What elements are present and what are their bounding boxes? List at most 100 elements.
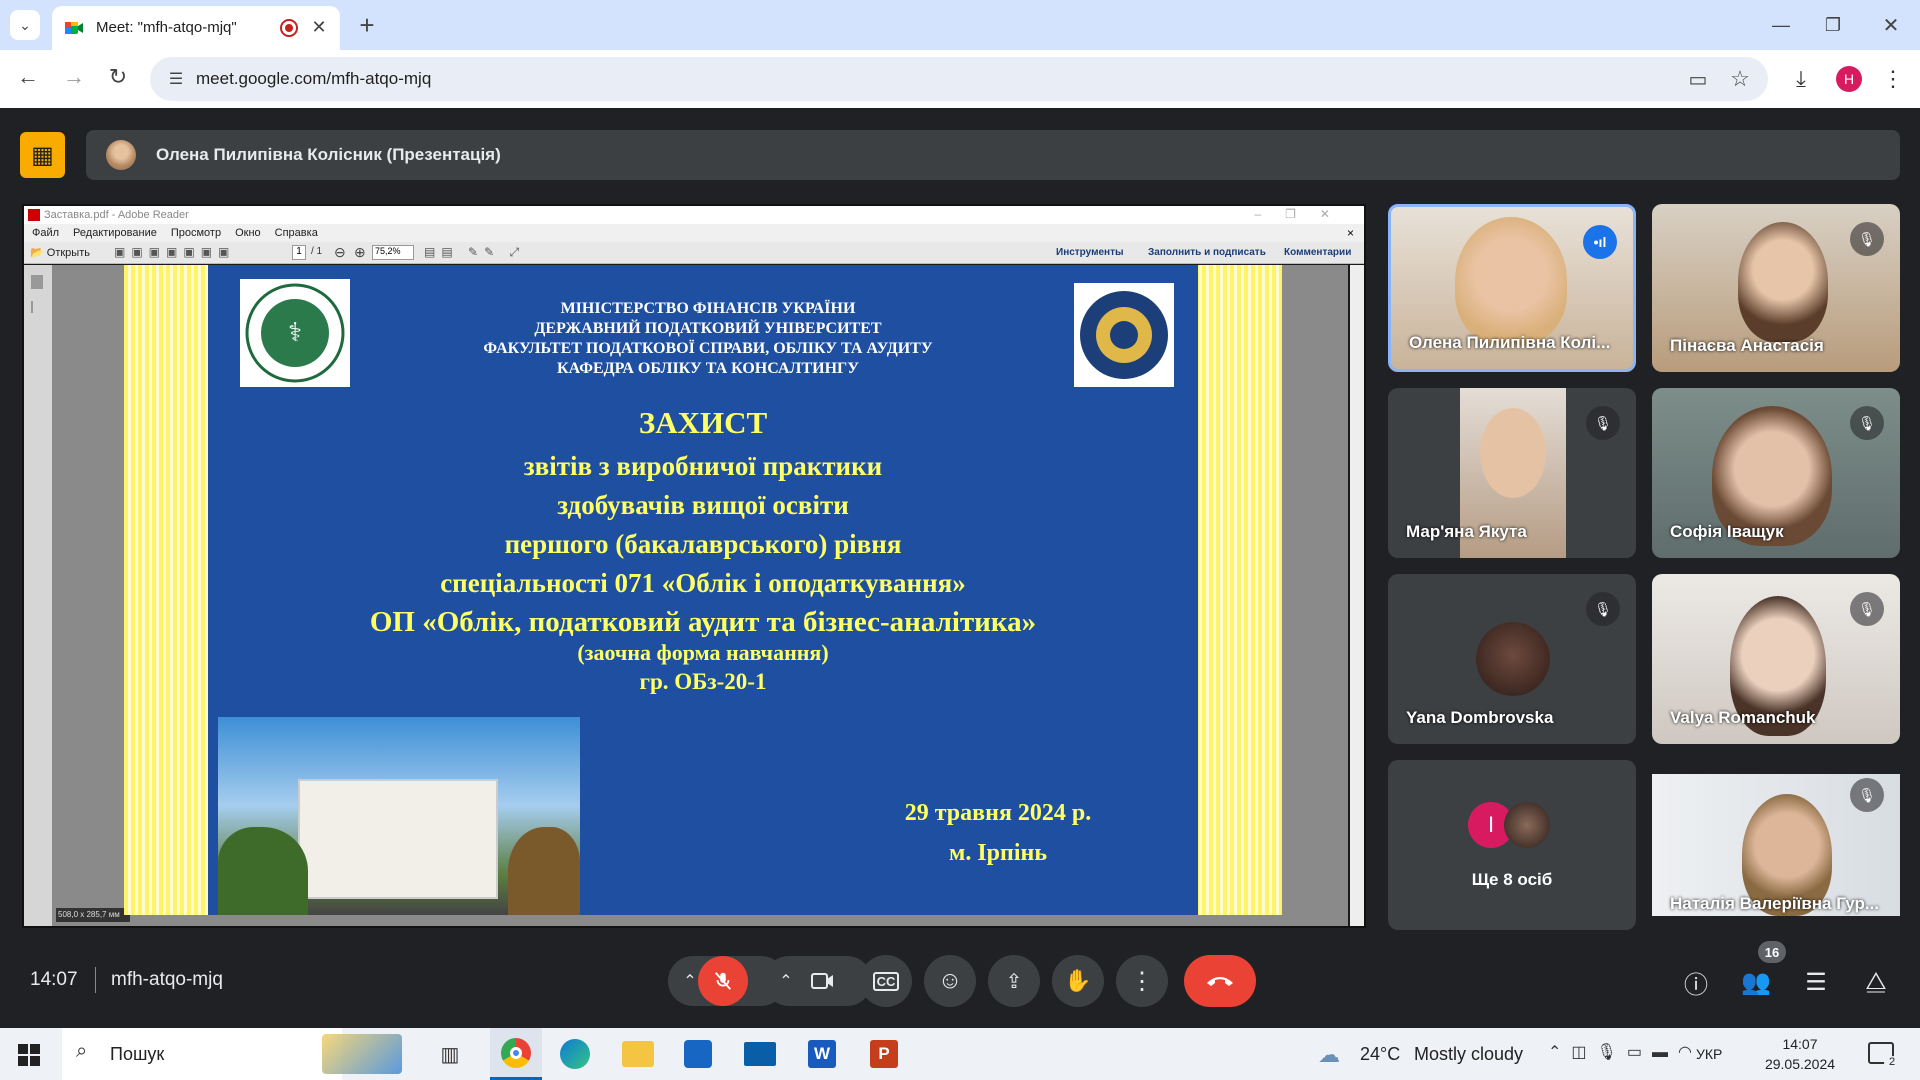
participant-tile[interactable]: •ıl Олена Пилипівна Колі... [1388,204,1636,372]
recording-indicator-icon [280,19,298,37]
body-line-3: першого (бакалаврського) рівня [504,529,902,559]
search-placeholder: Пошук [110,1044,165,1064]
zoom-select[interactable]: 75,2% [372,245,414,260]
tab-close-icon[interactable]: ✕ [306,14,332,40]
reload-icon[interactable]: ↻ [102,61,134,93]
presentation-icon[interactable]: ▦ [20,132,65,178]
pages-panel-icon[interactable] [31,275,43,289]
profile-avatar[interactable]: H [1836,66,1862,92]
activities-icon[interactable]: ⧋ [1858,964,1894,1000]
reader-menu-window[interactable]: Окно [235,227,261,239]
participant-tile[interactable]: 🎙 Valya Romanchuk [1652,574,1900,744]
powerpoint-taskbar-icon[interactable]: P [870,1040,898,1068]
tab-search-chevron-icon[interactable]: ⌄ [10,10,40,40]
edge-taskbar-icon[interactable] [560,1039,590,1069]
tools-button[interactable]: Инструменты [1056,247,1124,258]
present-button[interactable]: ⇪ [988,955,1040,1007]
windows-start-icon[interactable] [18,1044,40,1066]
reader-menu-edit[interactable]: Редактирование [73,227,157,239]
reader-menu-help[interactable]: Справка [275,227,318,239]
zoom-in-icon[interactable]: ⊕ [354,244,366,261]
new-tab-icon[interactable]: + [352,10,382,40]
participant-tile[interactable]: 🎙 Мар'яна Якута [1388,388,1636,558]
leave-call-button[interactable] [1184,955,1256,1007]
meeting-time: 14:07 [30,969,78,990]
more-vert-icon: ⋮ [1130,967,1154,995]
browser-tab[interactable]: Meet: "mfh-atqo-mjq" ✕ [52,6,340,50]
comments-button[interactable]: Комментарии [1284,247,1351,258]
forward-icon[interactable]: → [58,61,90,93]
captions-button[interactable]: CC [860,955,912,1007]
reader-titlebar: Заставка.pdf - Adobe Reader –❐✕ [24,206,1364,224]
cast-camera-icon[interactable]: ▭ [1684,65,1712,93]
bookmark-star-icon[interactable]: ☆ [1726,65,1754,93]
header-line-ministry: МІНІСТЕРСТВО ФІНАНСІВ УКРАЇНИ [560,300,856,317]
meeting-info-icon[interactable]: ⓘ [1678,964,1714,1000]
browser-menu-icon[interactable]: ⋮ [1880,64,1906,94]
system-tray-icons[interactable]: ⌃◫🎙▭▬◠ [1548,1042,1702,1062]
clock-time[interactable]: 14:07 [1760,1036,1840,1052]
participant-name: Олена Пилипівна Колі... [1409,333,1611,352]
browser-tab-strip: ⌄ Meet: "mfh-atqo-mjq" ✕ + — ❐ ✕ [0,0,1920,50]
reader-view-icons[interactable]: ▤▤ ✎✎ ⤢ [424,245,525,260]
fill-sign-button[interactable]: Заполнить и подписать [1148,247,1266,258]
mic-off-button[interactable] [698,956,748,1006]
clock-date[interactable]: 29.05.2024 [1760,1056,1840,1072]
reader-menu-file[interactable]: Файл [32,227,59,239]
taskbar-search-box[interactable]: ⌕ Пошук [62,1028,402,1080]
window-close-icon[interactable]: ✕ [1876,10,1906,40]
window-restore-icon[interactable]: ❐ [1818,10,1848,40]
chrome-taskbar-icon[interactable] [490,1028,542,1080]
shared-screen: Заставка.pdf - Adobe Reader –❐✕ Файл Ред… [22,204,1366,928]
university-building-photo [218,717,580,915]
camera-button[interactable] [806,964,840,998]
site-settings-icon[interactable]: ☰ [164,67,188,91]
more-options-button[interactable]: ⋮ [1116,955,1168,1007]
page-number-input[interactable]: 1 [292,245,306,260]
participant-avatar [1476,622,1550,696]
video-camera-icon [811,973,833,989]
reader-doc-close-icon[interactable]: × [1347,226,1354,240]
omnibox[interactable]: ☰ meet.google.com/mfh-atqo-mjq ▭ ☆ [150,57,1768,101]
raise-hand-button[interactable]: ✋ [1052,955,1104,1007]
tree-left [218,827,308,915]
participant-tile[interactable]: 🎙 Наталія Валеріївна Гур... [1652,760,1900,930]
people-icon[interactable]: 👥 [1736,964,1776,1000]
reader-menu-view[interactable]: Просмотр [171,227,221,239]
weather-temp[interactable]: 24°C [1360,1044,1400,1065]
participant-name: Мар'яна Якута [1406,522,1527,541]
windows-taskbar: ⌕ Пошук ▥ W P ☁ 24°C Mostly cloudy ⌃◫🎙▭▬… [0,1028,1920,1080]
video-options-chevron-icon[interactable]: ⌃ [768,962,804,1000]
divider [95,967,96,993]
reader-title: Заставка.pdf - Adobe Reader [44,209,189,221]
body-line-4: спеціальності 071 «Облік і оподаткування… [440,568,966,598]
mic-off-icon: 🎙 [1850,406,1884,440]
input-language[interactable]: УКР [1696,1046,1722,1062]
attachments-icon[interactable] [31,301,43,313]
reactions-button[interactable]: ☺ [924,955,976,1007]
word-taskbar-icon[interactable]: W [808,1040,836,1068]
participant-tile[interactable]: 🎙 Yana Dombrovska [1388,574,1636,744]
reader-tool-icons[interactable]: ▣▣▣▣▣▣▣ [114,245,235,259]
reader-open-button[interactable]: 📂 Открыть [30,246,90,259]
presenter-label: Олена Пилипівна Колісник (Презентація) [156,145,501,164]
page-size-label: 508,0 x 285,7 мм [56,908,130,922]
weather-text[interactable]: Mostly cloudy [1414,1044,1523,1065]
mail-taskbar-icon[interactable] [744,1042,776,1066]
participant-name: Valya Romanchuk [1670,708,1816,727]
download-icon[interactable]: ⤓ [1786,64,1816,94]
participant-tile[interactable]: 🎙 Пінаєва Анастасія [1652,204,1900,372]
url-text[interactable]: meet.google.com/mfh-atqo-mjq [196,69,431,89]
participant-tile[interactable]: 🎙 Софія Іващук [1652,388,1900,558]
back-icon[interactable]: ← [12,61,44,93]
reader-scrollbar[interactable] [1350,265,1364,926]
meeting-code: mfh-atqo-mjq [111,969,223,990]
task-view-icon[interactable]: ▥ [434,1038,466,1070]
window-minimize-icon[interactable]: — [1766,10,1796,40]
zoom-out-icon[interactable]: ⊖ [334,244,346,261]
store-taskbar-icon[interactable] [684,1040,712,1068]
more-participants-tile[interactable]: I Ще 8 осіб [1388,760,1636,930]
mic-off-icon: 🎙 [1850,778,1884,812]
file-explorer-icon[interactable] [622,1041,654,1067]
chat-icon[interactable]: ☰ [1798,964,1834,1000]
